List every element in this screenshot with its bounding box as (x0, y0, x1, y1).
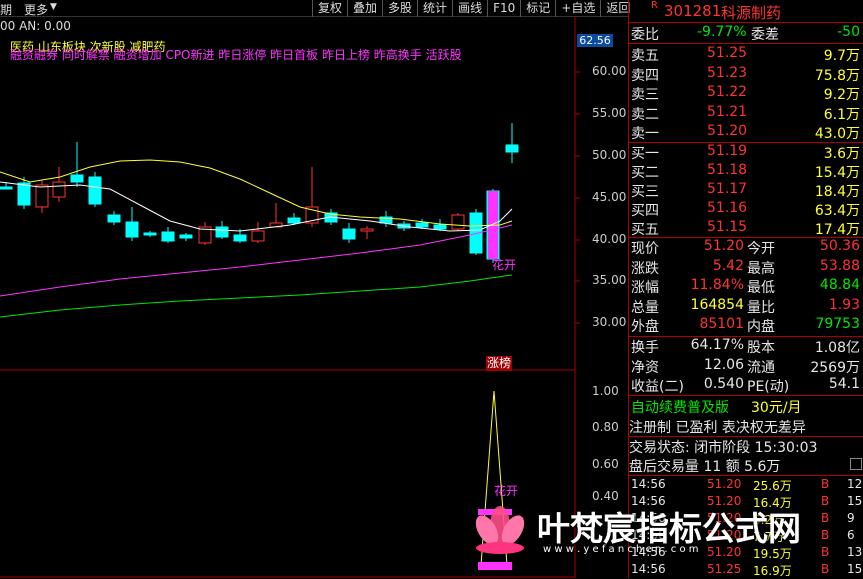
price-tick: 50.00 (592, 148, 627, 162)
toolbar-btn[interactable]: 标记 (520, 0, 555, 17)
bids-row: 买二 51.18 15.4万 (631, 162, 860, 181)
vol-tick: 0.60 (592, 457, 619, 471)
weibi-row: 委比 -9.77% 委差 -50 (631, 24, 860, 43)
candle-body (35, 184, 49, 208)
watermark-title: 叶梵宸指标公式网 (537, 509, 801, 548)
price-tick: 55.00 (592, 106, 627, 120)
candle-body (342, 228, 356, 240)
price-tick: 35.00 (592, 273, 627, 287)
candle-body (433, 224, 447, 230)
candle-body (17, 182, 31, 206)
candle-body (0, 186, 13, 190)
asks-row: 卖一 51.20 43.0万 (631, 123, 860, 142)
trade-status: 交易状态: 闭市阶段 15:30:03 (629, 440, 818, 456)
ma-green (0, 274, 513, 318)
after-hours: 盘后交易量 11 额 5.6万 (629, 459, 781, 475)
quote-row: 总量 164854 量比 1.93 (631, 296, 860, 316)
fund-row: 净资 12.06 流通 2569万 (631, 356, 860, 376)
toolbar: 复权 叠加 多股 统计 画线 F10 标记 +自选 返回 (312, 0, 635, 17)
price-tick: 40.00 (592, 232, 627, 246)
fund-row: 收益(二) 0.540 PE(动) 54.1 (631, 376, 860, 395)
candle-body (233, 234, 247, 242)
asks-row: 卖二 51.21 6.1万 (631, 103, 860, 123)
more-dropdown-icon[interactable]: ▼ (50, 2, 57, 12)
quote-row: 现价 51.20 今开 50.36 (631, 238, 860, 257)
stock-header: R 301281 科源制药 (629, 0, 863, 22)
candles (0, 123, 519, 263)
toolbar-btn[interactable]: 复权 (312, 0, 347, 17)
quote-row: 外盘 85101 内盘 79753 (631, 316, 860, 335)
candle-body (70, 174, 84, 183)
price-tick: 60.00 (592, 64, 627, 78)
asks-row: 卖五 51.25 9.7万 (631, 45, 860, 64)
candle-body (52, 181, 66, 198)
promo-row[interactable]: 自动续费普及版 30元/月 (629, 397, 863, 417)
watermark-url: w w w . y e f a n c h e n . c o m (543, 544, 699, 555)
candle-body (360, 228, 374, 232)
bids-row: 买四 51.16 63.4万 (631, 200, 860, 219)
asks-row: 卖三 51.22 9.2万 (631, 84, 860, 103)
top-menu-bar: 期 更多 ▼ 复权 叠加 多股 统计 画线 F10 标记 +自选 返回 (0, 0, 630, 18)
candle-body (215, 226, 229, 238)
stock-code: 301281 (664, 2, 722, 20)
candle-body (107, 214, 121, 223)
bids-row: 买一 51.19 3.6万 (631, 143, 860, 162)
toolbar-btn[interactable]: 叠加 (347, 0, 382, 17)
candle-body (251, 230, 265, 242)
vol-tick: 1.00 (592, 384, 619, 398)
bids-row: 买五 51.15 17.4万 (631, 219, 860, 238)
toolbar-btn[interactable]: 多股 (382, 0, 417, 17)
candle-body (415, 222, 429, 228)
asks-row: 卖四 51.23 75.8万 (631, 64, 860, 84)
candle-body (125, 221, 139, 238)
more-menu[interactable]: 更多 (24, 1, 48, 18)
toolbar-btn[interactable]: 统计 (417, 0, 452, 17)
quote-row: 涨幅 11.84% 最低 48.84 (631, 277, 860, 296)
notice-row: 注册制 已盈利 表决权无差异 (629, 420, 806, 436)
candle-body (451, 214, 465, 230)
vol-tick: 0.80 (592, 420, 619, 434)
toolbar-btn[interactable]: 画线 (452, 0, 487, 17)
period-label[interactable]: 期 (0, 1, 12, 18)
fund-row: 换手 64.17% 股本 1.08亿 (631, 337, 860, 356)
zhangbang-badge: 涨榜 (486, 356, 512, 371)
price-tick: 30.00 (592, 315, 627, 329)
stock-name: 科源制药 (721, 4, 782, 22)
candle-body (505, 144, 519, 153)
candle-body (179, 234, 193, 239)
candle-body (161, 231, 175, 242)
candle-body (143, 232, 157, 236)
toolbar-btn[interactable]: F10 (487, 0, 520, 17)
price-tick: 45.00 (592, 190, 627, 204)
candle-body (287, 217, 301, 224)
r-marker-icon: R (651, 0, 658, 11)
expand-icon[interactable] (850, 458, 862, 470)
candle-body (88, 176, 102, 205)
toolbar-btn[interactable]: +自选 (555, 0, 600, 17)
bids-row: 买三 51.17 18.4万 (631, 181, 860, 200)
quote-row: 涨跌 5.42 最高 53.88 (631, 257, 860, 277)
huakai-label-1: 花开 (492, 258, 517, 272)
lotus-logo-icon (475, 506, 525, 554)
watermark: 叶梵宸指标公式网 w w w . y e f a n c h e n . c o… (465, 488, 863, 578)
